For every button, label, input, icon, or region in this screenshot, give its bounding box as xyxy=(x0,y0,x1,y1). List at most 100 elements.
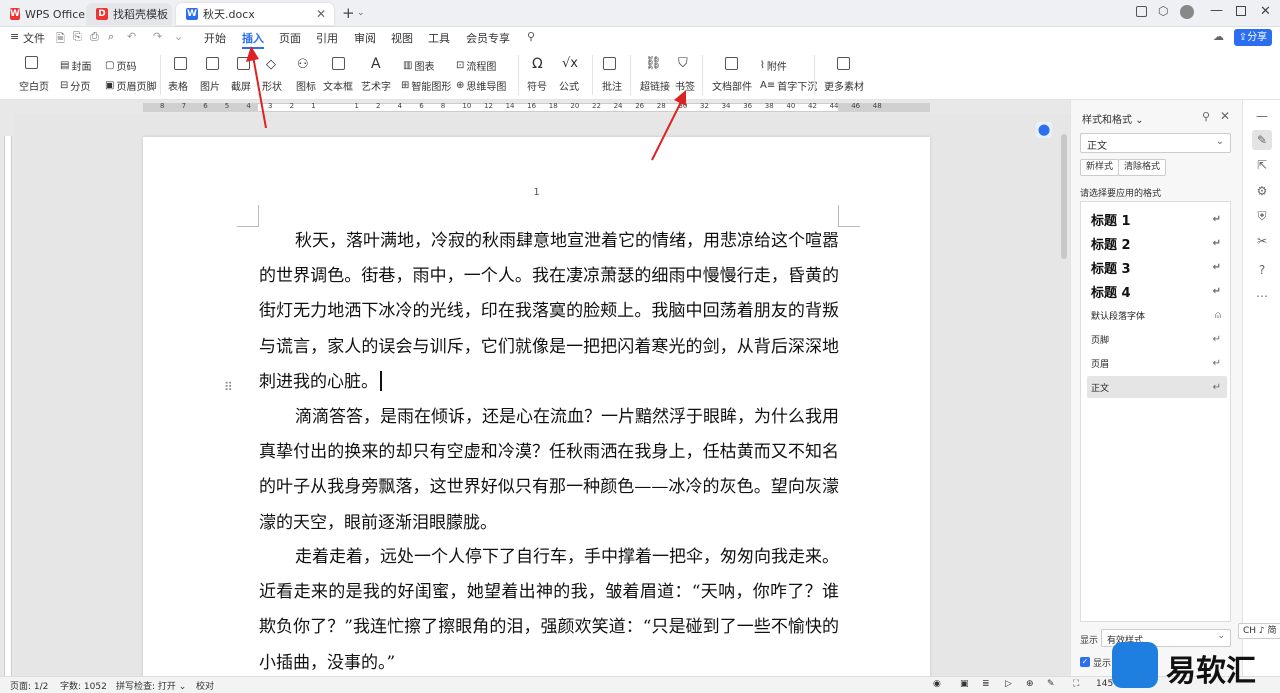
page-number-button[interactable]: ▢ 页码 xyxy=(105,58,136,73)
drag-handle-icon[interactable]: ⠿ xyxy=(224,380,233,394)
maximize-icon[interactable] xyxy=(1236,6,1246,16)
flowchart-button[interactable]: ⊡ 流程图 xyxy=(456,58,496,73)
zoom-level[interactable]: 145 xyxy=(1096,679,1113,689)
symbol-icon[interactable]: Ω xyxy=(532,56,543,72)
menu-home[interactable]: 开始 xyxy=(204,30,226,46)
document-page[interactable]: 1 秋天，落叶满地，冷寂的秋雨肆意地宣泄着它的情绪，用悲凉给这个喧嚣的世界调色。… xyxy=(143,137,930,693)
minimize-icon[interactable]: — xyxy=(1210,3,1223,18)
wordart-button[interactable]: 艺术字 xyxy=(361,78,391,93)
page-view-icon[interactable]: ▣ xyxy=(960,679,969,689)
shape-button[interactable]: 形状 xyxy=(262,78,282,93)
select-cursor-icon[interactable]: ⇱ xyxy=(1254,157,1270,173)
tab-docer[interactable]: D 找稻壳模板 xyxy=(86,3,172,25)
screenshot-button[interactable]: 截屏 xyxy=(231,78,251,93)
hyperlink-icon[interactable]: ⛓ xyxy=(645,56,662,71)
screenshot-icon[interactable] xyxy=(237,57,250,70)
menu-insert[interactable]: 插入 xyxy=(242,30,264,49)
undo-icon[interactable]: ↶ xyxy=(127,30,136,43)
menu-membership[interactable]: 会员专享 xyxy=(466,30,510,46)
style-default-font[interactable]: 默认段落字体 ⍝ xyxy=(1087,304,1227,326)
chevron-down-icon[interactable]: ⌄ xyxy=(357,8,365,18)
new-style-button[interactable]: 新样式 xyxy=(1080,159,1120,176)
cloud-sync-icon[interactable]: ☁ xyxy=(1213,30,1224,43)
redo-icon[interactable]: ↷ xyxy=(153,30,162,43)
help-icon[interactable]: ? xyxy=(1254,262,1270,278)
ime-indicator[interactable]: CH ♪ 简 xyxy=(1238,623,1280,639)
comment-icon[interactable] xyxy=(603,57,616,70)
table-button[interactable]: 表格 xyxy=(168,78,188,93)
header-footer-button[interactable]: ▣ 页眉页脚 xyxy=(105,78,156,93)
share-button[interactable]: ⇪分享 xyxy=(1234,29,1272,46)
style-heading-4[interactable]: 标题 4 ↵ xyxy=(1087,280,1227,302)
style-header[interactable]: 页眉 ↵ xyxy=(1087,352,1227,374)
shield-icon[interactable]: ⛨ xyxy=(1254,208,1270,224)
paragraph[interactable]: 滴滴答答，是雨在倾诉，还是心在流血？一片黯然浮于眼眸，为什么我用真挚付出的换来的… xyxy=(259,400,839,541)
attachment-button[interactable]: ⌇ 附件 xyxy=(760,58,787,73)
new-tab-button[interactable]: + xyxy=(342,4,355,22)
cover-button[interactable]: ▤ 封面 xyxy=(60,58,91,73)
formula-icon[interactable]: √x xyxy=(562,56,578,71)
close-window-icon[interactable]: ✕ xyxy=(1260,4,1271,19)
icon-library-icon[interactable]: ⚇ xyxy=(297,57,309,72)
search-icon[interactable]: ⚲ xyxy=(527,30,535,43)
style-body[interactable]: 正文 ↵ xyxy=(1087,376,1227,398)
wordart-icon[interactable]: A xyxy=(371,56,381,72)
current-style-select[interactable]: 正文 ⌄ xyxy=(1080,133,1231,153)
symbol-button[interactable]: 符号 xyxy=(527,78,547,93)
adjust-icon[interactable]: ⚙ xyxy=(1254,183,1270,199)
table-icon[interactable] xyxy=(174,57,187,70)
picture-icon[interactable] xyxy=(206,57,219,70)
vertical-ruler[interactable] xyxy=(0,114,14,676)
tab-wps-office[interactable]: W WPS Office xyxy=(0,3,85,25)
comment-button[interactable]: 批注 xyxy=(602,78,622,93)
pin-icon[interactable]: ⚲ xyxy=(1202,110,1210,123)
more-quick-icon[interactable]: ⌄ xyxy=(174,30,183,43)
location-pin-icon[interactable]: ⬤ xyxy=(1036,122,1052,138)
drop-cap-button[interactable]: A≡ 首字下沉 xyxy=(760,78,817,93)
icon-button[interactable]: 图标 xyxy=(296,78,316,93)
page-count[interactable]: 页面: 1/2 xyxy=(10,679,48,692)
hamburger-icon[interactable]: ≡ xyxy=(10,30,19,43)
horizontal-ruler[interactable]: 8 7 6 5 4 3 2 1 1 2 4 6 8 10 12 14 16 18 20 22 24 26 28 30 32 34 3… xyxy=(0,100,1070,114)
menu-review[interactable]: 审阅 xyxy=(354,30,376,46)
style-heading-2[interactable]: 标题 2 ↵ xyxy=(1087,232,1227,254)
hyperlink-button[interactable]: 超链接 xyxy=(640,78,670,93)
preview-icon[interactable]: ⌕ xyxy=(108,30,114,44)
window-layout-icon[interactable] xyxy=(1136,6,1147,17)
smart-shape-button[interactable]: ⊞ 智能图形 xyxy=(401,78,451,93)
show-preview-checkbox[interactable]: ✓ xyxy=(1080,657,1090,667)
word-count[interactable]: 字数: 1052 xyxy=(60,679,107,692)
formula-button[interactable]: 公式 xyxy=(559,78,579,93)
chart-button[interactable]: ▥ 图表 xyxy=(403,58,434,73)
print-icon[interactable]: ⎙ xyxy=(90,30,99,44)
spell-check[interactable]: 拼写检查: 打开 ⌄ xyxy=(116,679,186,692)
export-icon[interactable]: ⎘ xyxy=(73,30,82,44)
fit-icon[interactable]: ⛶ xyxy=(1073,679,1079,689)
menu-view[interactable]: 视图 xyxy=(391,30,413,46)
write-icon[interactable]: ✎ xyxy=(1047,679,1055,689)
shape-icon[interactable]: ◇ xyxy=(266,57,276,72)
blank-page-label[interactable]: 空白页 xyxy=(19,78,49,93)
page-break-button[interactable]: ⊟ 分页 xyxy=(60,78,90,93)
mindmap-button[interactable]: ⊕ 思维导图 xyxy=(456,78,506,93)
textbox-button[interactable]: 文本框 xyxy=(323,78,353,93)
menu-tools[interactable]: 工具 xyxy=(428,30,450,46)
bookmark-button[interactable]: 书签 xyxy=(675,78,695,93)
menu-file[interactable]: 文件 xyxy=(23,30,45,46)
web-view-icon[interactable]: ⊕ xyxy=(1026,679,1034,689)
outline-view-icon[interactable]: ≣ xyxy=(982,679,990,689)
style-footer[interactable]: 页脚 ↵ xyxy=(1087,328,1227,350)
paragraph[interactable]: 走着走着，远处一个人停下了自行车，手中撑着一把伞，匆匆向我走来。近看走来的是我的… xyxy=(259,540,839,681)
bookmark-icon[interactable]: ⛉ xyxy=(678,56,688,71)
proofread[interactable]: 校对 xyxy=(196,679,214,692)
tab-document[interactable]: W 秋天.docx ✕ xyxy=(176,3,334,25)
tools-icon[interactable]: ✂ xyxy=(1254,233,1270,249)
cube-icon[interactable]: ⬡ xyxy=(1158,4,1168,18)
doc-parts-icon[interactable] xyxy=(725,57,738,70)
style-heading-3[interactable]: 标题 3 ↵ xyxy=(1087,256,1227,278)
paragraph[interactable]: 秋天，落叶满地，冷寂的秋雨肆意地宣泄着它的情绪，用悲凉给这个喧嚣的世界调色。街巷… xyxy=(259,224,839,400)
textbox-icon[interactable] xyxy=(332,57,345,70)
menu-references[interactable]: 引用 xyxy=(316,30,338,46)
play-icon[interactable]: ▷ xyxy=(1005,679,1012,689)
styles-pen-icon[interactable]: ✎ xyxy=(1252,130,1272,150)
